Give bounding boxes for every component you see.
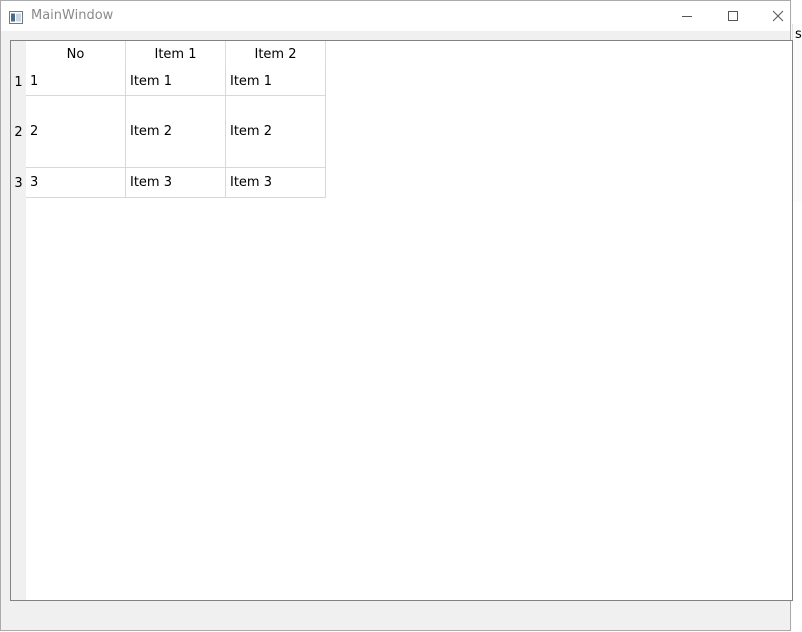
background-window-panel xyxy=(792,24,802,202)
column-header-item-2[interactable]: Item 2 xyxy=(226,41,326,68)
column-header-item-1[interactable]: Item 1 xyxy=(126,41,226,68)
column-header-no[interactable]: No xyxy=(26,41,126,68)
minimize-button[interactable] xyxy=(664,1,710,31)
main-window: MainWindow No Item 1 Item 2 1 2 3 1 Item… xyxy=(0,0,793,631)
table-cell[interactable]: Item 1 xyxy=(126,68,226,96)
row-header-3[interactable]: 3 xyxy=(11,168,26,198)
close-button[interactable] xyxy=(755,1,801,31)
table-cell[interactable]: 2 xyxy=(26,96,126,168)
app-window-icon xyxy=(9,9,23,24)
table-cell[interactable]: 3 xyxy=(26,168,126,198)
row-header-1[interactable]: 1 xyxy=(11,68,26,96)
minimize-icon xyxy=(681,7,693,26)
table-cell[interactable]: Item 3 xyxy=(226,168,326,198)
table-cell[interactable]: Item 3 xyxy=(126,168,226,198)
maximize-button[interactable] xyxy=(710,1,756,31)
table-cell[interactable]: 1 xyxy=(26,68,126,96)
table-cell[interactable]: Item 2 xyxy=(126,96,226,168)
maximize-icon xyxy=(727,7,739,26)
row-header-2[interactable]: 2 xyxy=(11,96,26,168)
window-title: MainWindow xyxy=(31,8,114,23)
table-cell[interactable]: Item 2 xyxy=(226,96,326,168)
table-corner-button[interactable] xyxy=(11,41,26,68)
table-cell[interactable]: Item 1 xyxy=(226,68,326,96)
close-icon xyxy=(772,7,784,26)
title-bar[interactable]: MainWindow xyxy=(1,1,790,31)
table-widget[interactable]: No Item 1 Item 2 1 2 3 1 Item 1 Item 1 2… xyxy=(10,40,793,601)
